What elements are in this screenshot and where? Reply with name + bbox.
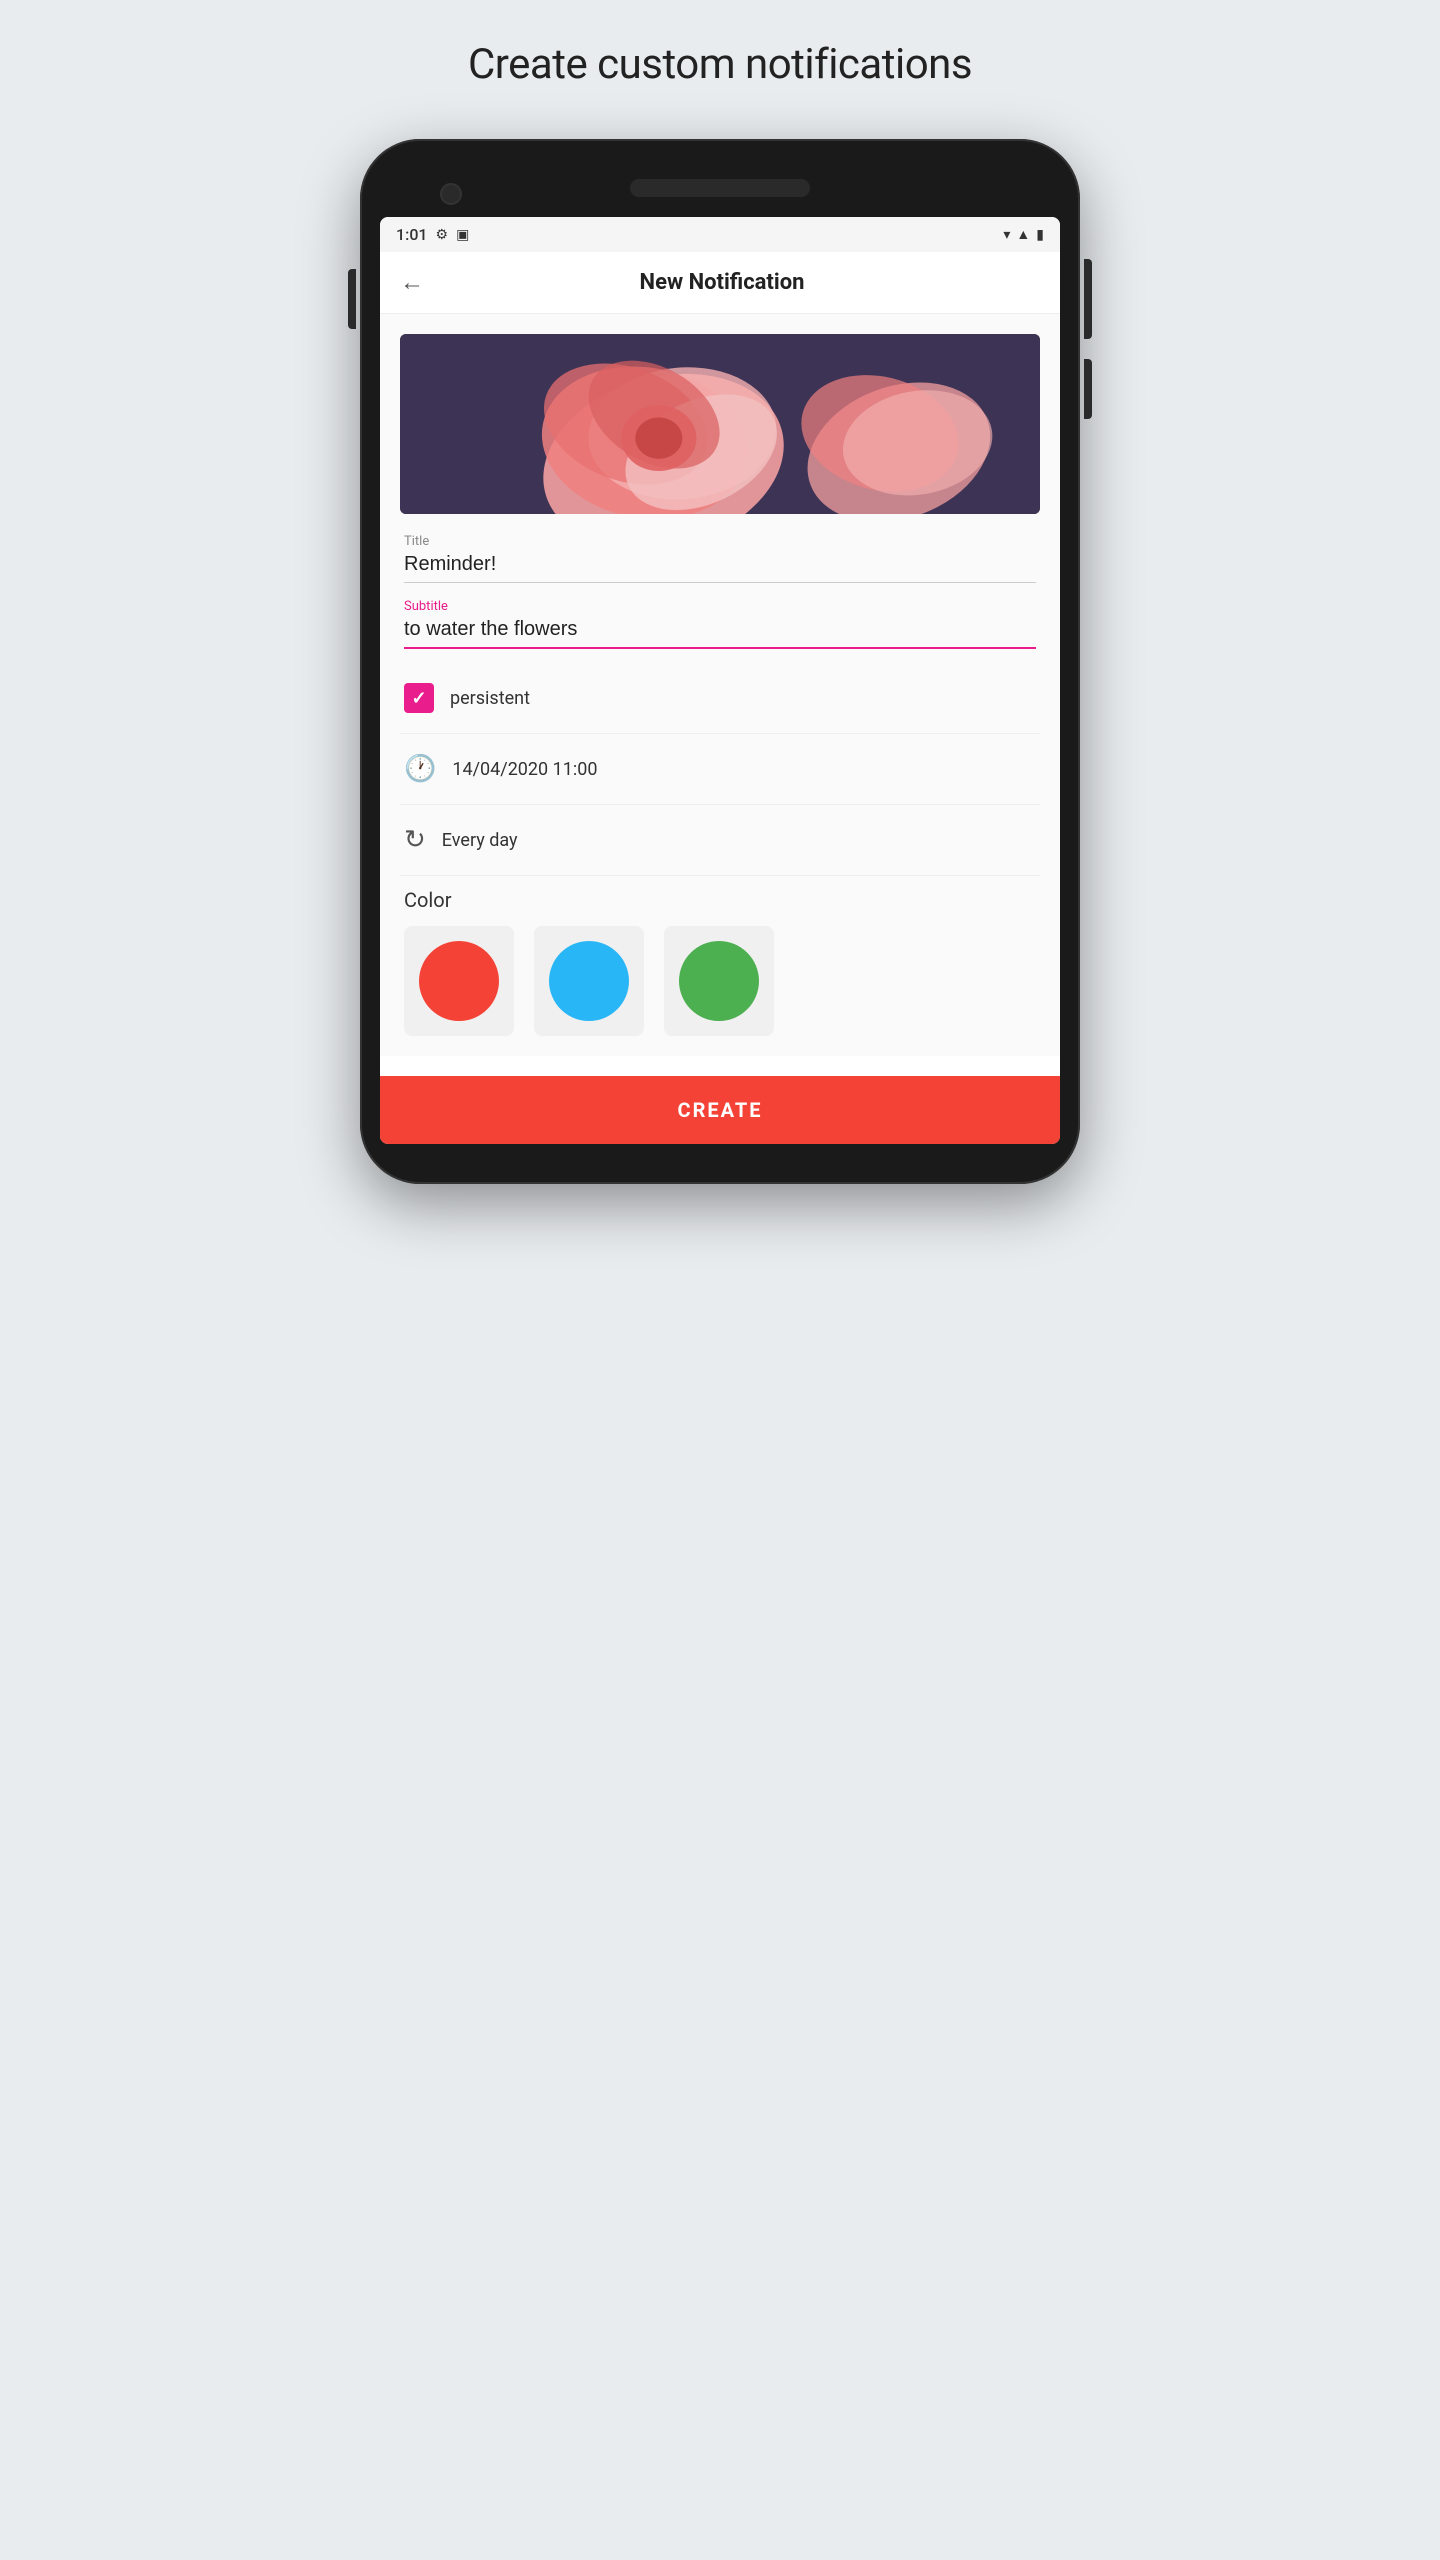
- battery-icon: ▮: [1036, 227, 1044, 243]
- phone-screen: 1:01 ⚙ ▣ ▾ ▲ ▮ ← New Notification: [380, 217, 1060, 1144]
- color-swatch-blue[interactable]: [549, 941, 629, 1021]
- title-label: Title: [404, 534, 1036, 549]
- notification-image[interactable]: [400, 334, 1040, 514]
- divider-3: [400, 875, 1040, 876]
- color-swatch-green-wrapper[interactable]: [664, 926, 774, 1036]
- status-left: 1:01 ⚙ ▣: [396, 225, 469, 244]
- persistent-label: persistent: [450, 688, 530, 709]
- color-swatches: [404, 926, 1036, 1036]
- datetime-row[interactable]: 🕐 14/04/2020 11:00: [400, 736, 1040, 802]
- recurrence-row[interactable]: ↻ Every day: [400, 807, 1040, 873]
- power-button-2: [1084, 359, 1092, 419]
- persistent-checkbox[interactable]: ✓: [404, 683, 434, 713]
- color-section: Color: [400, 878, 1040, 1036]
- clock-icon: 🕐: [404, 754, 436, 784]
- front-camera: [440, 183, 462, 205]
- color-label: Color: [404, 888, 1036, 912]
- status-bar: 1:01 ⚙ ▣ ▾ ▲ ▮: [380, 217, 1060, 252]
- volume-button: [348, 269, 356, 329]
- app-bar: ← New Notification: [380, 252, 1060, 314]
- back-button[interactable]: ←: [400, 268, 424, 297]
- datetime-value: 14/04/2020 11:00: [452, 759, 597, 780]
- speaker: [630, 179, 810, 197]
- power-button: [1084, 259, 1092, 339]
- divider-2: [400, 804, 1040, 805]
- content-area: Title Subtitle ✓ persistent 🕐 14/04/2020…: [380, 314, 1060, 1056]
- wifi-icon: ▾: [1003, 227, 1010, 243]
- status-time: 1:01: [396, 225, 428, 244]
- signal-icon: ▲: [1016, 226, 1030, 243]
- storage-status-icon: ▣: [456, 227, 469, 243]
- repeat-icon: ↻: [404, 825, 426, 855]
- color-swatch-blue-wrapper[interactable]: [534, 926, 644, 1036]
- subtitle-field-group: Subtitle: [400, 599, 1040, 649]
- subtitle-label: Subtitle: [404, 599, 1036, 614]
- phone-frame: 1:01 ⚙ ▣ ▾ ▲ ▮ ← New Notification: [360, 139, 1080, 1184]
- phone-top: [380, 169, 1060, 217]
- app-bar-title: New Notification: [444, 270, 1000, 295]
- color-swatch-green[interactable]: [679, 941, 759, 1021]
- color-swatch-red-wrapper[interactable]: [404, 926, 514, 1036]
- checkmark-icon: ✓: [411, 688, 426, 709]
- color-swatch-red[interactable]: [419, 941, 499, 1021]
- page-title: Create custom notifications: [468, 40, 972, 89]
- subtitle-input[interactable]: [404, 618, 1036, 649]
- settings-status-icon: ⚙: [436, 227, 449, 243]
- persistent-row[interactable]: ✓ persistent: [400, 665, 1040, 731]
- title-input[interactable]: [404, 553, 1036, 583]
- recurrence-value: Every day: [442, 830, 518, 851]
- divider-1: [400, 733, 1040, 734]
- create-button[interactable]: CREATE: [380, 1076, 1060, 1144]
- status-right: ▾ ▲ ▮: [1003, 226, 1044, 243]
- title-field-group: Title: [400, 534, 1040, 583]
